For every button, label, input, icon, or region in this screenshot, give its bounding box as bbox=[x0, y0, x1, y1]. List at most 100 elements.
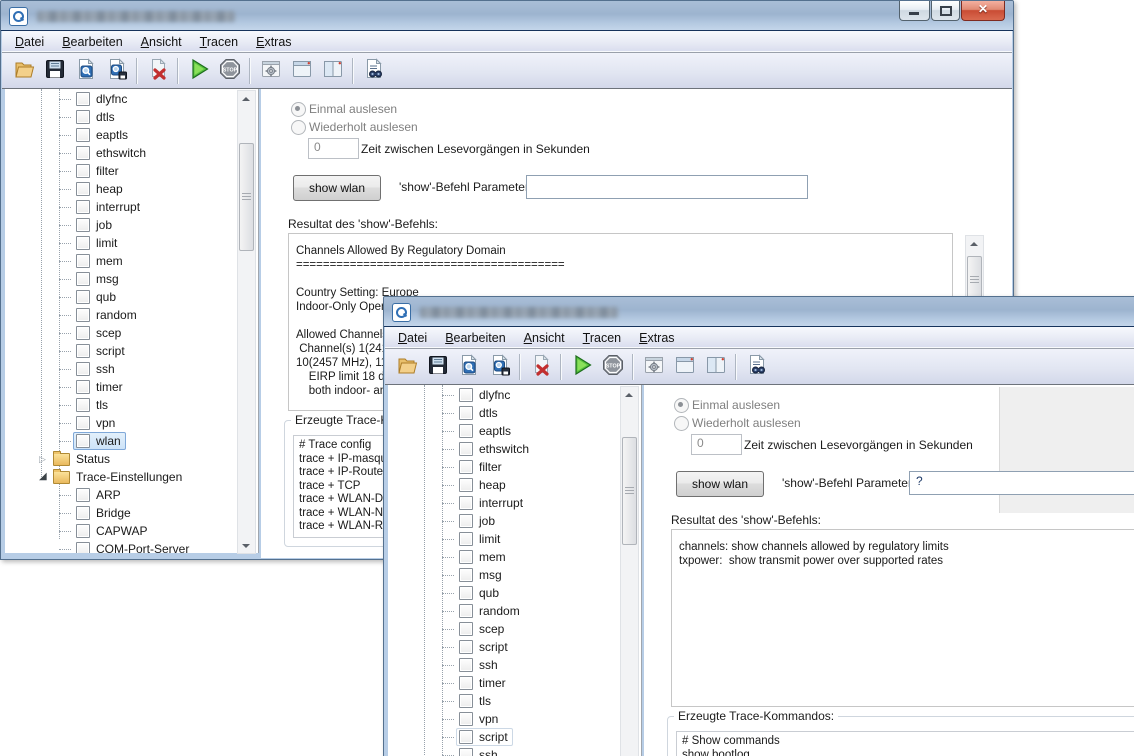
tree-item-filter[interactable]: filter bbox=[5, 162, 258, 180]
tree-item-qub[interactable]: qub bbox=[5, 288, 258, 306]
tree-item-vpn[interactable]: vpn bbox=[5, 414, 258, 432]
minimize-button[interactable] bbox=[899, 1, 930, 21]
stop-trace-button[interactable]: STOP bbox=[214, 56, 245, 85]
tree-item-ethswitch[interactable]: ethswitch bbox=[5, 144, 258, 162]
tree-item-capwap[interactable]: CAPWAP bbox=[5, 522, 258, 540]
checkbox-icon[interactable] bbox=[76, 524, 90, 538]
checkbox-icon[interactable] bbox=[459, 622, 473, 636]
scroll-up-icon[interactable] bbox=[238, 91, 253, 106]
menu-tracen[interactable]: Tracen bbox=[191, 33, 247, 51]
scrollbar-thumb[interactable] bbox=[622, 437, 637, 545]
checkbox-icon[interactable] bbox=[459, 496, 473, 510]
stop-trace-button[interactable]: STOP bbox=[597, 352, 628, 381]
checkbox-icon[interactable] bbox=[459, 478, 473, 492]
checkbox-icon[interactable] bbox=[459, 640, 473, 654]
checkbox-icon[interactable] bbox=[459, 568, 473, 582]
radio-read-repeat[interactable] bbox=[291, 120, 306, 135]
scrollbar-thumb[interactable] bbox=[239, 143, 254, 251]
tree-item-job[interactable]: job bbox=[388, 512, 641, 530]
checkbox-icon[interactable] bbox=[459, 514, 473, 528]
checkbox-icon[interactable] bbox=[459, 388, 473, 402]
scroll-up-icon[interactable] bbox=[621, 387, 636, 402]
layout-split-button[interactable] bbox=[700, 352, 731, 381]
tree-item-scep[interactable]: scep bbox=[388, 620, 641, 638]
titlebar[interactable] bbox=[384, 297, 1134, 327]
tree-item-ethswitch[interactable]: ethswitch bbox=[388, 440, 641, 458]
checkbox-icon[interactable] bbox=[459, 604, 473, 618]
show-command-button[interactable]: show wlan bbox=[676, 471, 764, 497]
tree-item-mem[interactable]: mem bbox=[388, 548, 641, 566]
tree-item-qub[interactable]: qub bbox=[388, 584, 641, 602]
start-trace-button[interactable] bbox=[183, 56, 214, 85]
checkbox-icon[interactable] bbox=[76, 200, 90, 214]
checkbox-icon[interactable] bbox=[76, 344, 90, 358]
checkbox-icon[interactable] bbox=[459, 442, 473, 456]
checkbox-icon[interactable] bbox=[459, 424, 473, 438]
tree-item-tls[interactable]: tls bbox=[5, 396, 258, 414]
menu-tracen[interactable]: Tracen bbox=[574, 329, 630, 347]
checkbox-icon[interactable] bbox=[76, 254, 90, 268]
checkbox-icon[interactable] bbox=[76, 164, 90, 178]
tree-item-random[interactable]: random bbox=[5, 306, 258, 324]
save-button[interactable] bbox=[422, 352, 453, 381]
interval-input[interactable]: 0 bbox=[691, 434, 742, 455]
open-file-button[interactable] bbox=[391, 352, 422, 381]
save-button[interactable] bbox=[39, 56, 70, 85]
checkbox-icon[interactable] bbox=[459, 748, 473, 756]
trace-commands-box[interactable]: # Show commands show bootlog bbox=[676, 731, 1134, 756]
delete-trace-button[interactable] bbox=[525, 352, 556, 381]
tree-item-mem[interactable]: mem bbox=[5, 252, 258, 270]
trace-view-button[interactable] bbox=[453, 352, 484, 381]
show-command-button[interactable]: show wlan bbox=[293, 175, 381, 201]
trace-save-button[interactable] bbox=[484, 352, 515, 381]
scroll-up-icon[interactable] bbox=[966, 236, 981, 251]
show-parameter-input[interactable] bbox=[526, 175, 808, 199]
layout-split-button[interactable] bbox=[317, 56, 348, 85]
tree-item-interrupt[interactable]: interrupt bbox=[388, 494, 641, 512]
checkbox-icon[interactable] bbox=[459, 694, 473, 708]
checkbox-icon[interactable] bbox=[459, 676, 473, 690]
close-button[interactable] bbox=[961, 1, 1005, 21]
scroll-down-icon[interactable] bbox=[238, 538, 253, 553]
tree-item-dtls[interactable]: dtls bbox=[5, 108, 258, 126]
tree-item-wlan[interactable]: wlan bbox=[5, 432, 258, 450]
menu-extras[interactable]: Extras bbox=[630, 329, 683, 347]
checkbox-icon[interactable] bbox=[459, 460, 473, 474]
tree-item-ssh[interactable]: ssh bbox=[388, 656, 641, 674]
menu-datei[interactable]: Datei bbox=[389, 329, 436, 347]
checkbox-icon[interactable] bbox=[76, 218, 90, 232]
checkbox-icon[interactable] bbox=[459, 532, 473, 546]
interval-input[interactable]: 0 bbox=[308, 138, 359, 159]
menu-datei[interactable]: Datei bbox=[6, 33, 53, 51]
tree-item-dlyfnc[interactable]: dlyfnc bbox=[5, 90, 258, 108]
checkbox-icon[interactable] bbox=[76, 272, 90, 286]
checkbox-icon[interactable] bbox=[76, 326, 90, 340]
checkbox-icon[interactable] bbox=[459, 712, 473, 726]
options-button[interactable] bbox=[255, 56, 286, 85]
tree-item-vpn[interactable]: vpn bbox=[388, 710, 641, 728]
tree-item-tls[interactable]: tls bbox=[388, 692, 641, 710]
tree-item-dlyfnc[interactable]: dlyfnc bbox=[388, 386, 641, 404]
menu-ansicht[interactable]: Ansicht bbox=[515, 329, 574, 347]
checkbox-icon[interactable] bbox=[76, 542, 90, 553]
expand-collapsed-icon[interactable]: ▷ bbox=[39, 453, 51, 465]
show-result-box[interactable]: channels: show channels allowed by regul… bbox=[671, 529, 1134, 707]
tree-item-script[interactable]: script bbox=[388, 638, 641, 656]
layout-single-button[interactable] bbox=[286, 56, 317, 85]
maximize-button[interactable] bbox=[931, 1, 960, 21]
checkbox-icon[interactable] bbox=[76, 380, 90, 394]
tree-item-eaptls[interactable]: eaptls bbox=[388, 422, 641, 440]
menu-bearbeiten[interactable]: Bearbeiten bbox=[436, 329, 514, 347]
checkbox-icon[interactable] bbox=[459, 550, 473, 564]
checkbox-icon[interactable] bbox=[459, 406, 473, 420]
checkbox-icon[interactable] bbox=[76, 182, 90, 196]
tree-item-timer[interactable]: timer bbox=[5, 378, 258, 396]
checkbox-icon[interactable] bbox=[76, 488, 90, 502]
search-trace-button[interactable] bbox=[741, 352, 772, 381]
search-trace-button[interactable] bbox=[358, 56, 389, 85]
checkbox-icon[interactable] bbox=[76, 290, 90, 304]
checkbox-icon[interactable] bbox=[76, 416, 90, 430]
radio-read-once[interactable] bbox=[291, 102, 306, 117]
expand-expanded-icon[interactable]: ◢ bbox=[39, 471, 51, 483]
tree-scrollbar[interactable] bbox=[620, 386, 639, 756]
